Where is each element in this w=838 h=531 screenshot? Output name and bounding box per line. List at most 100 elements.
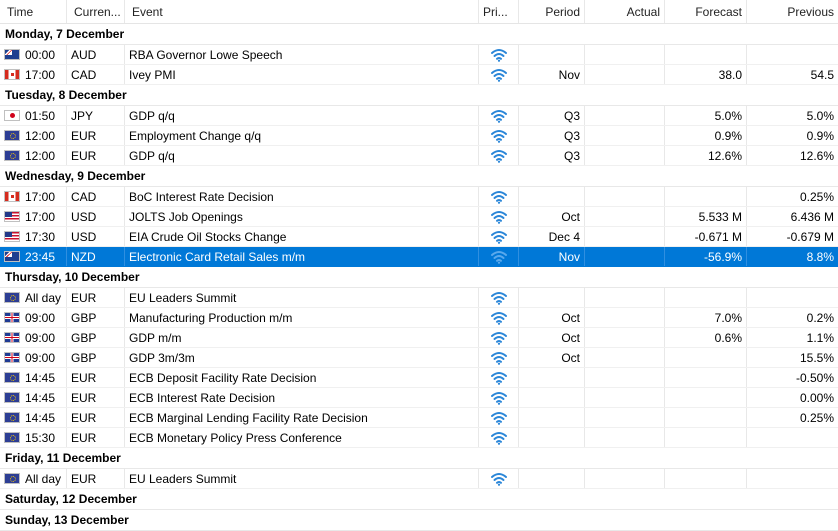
priority-cell	[479, 348, 519, 367]
country-flag-icon	[4, 150, 20, 161]
event-forecast: 38.0	[665, 65, 747, 84]
country-flag-icon	[4, 191, 20, 202]
priority-signal-icon	[490, 472, 507, 486]
event-row[interactable]: All day EUR EU Leaders Summit	[0, 469, 838, 489]
event-forecast: 0.9%	[665, 126, 747, 145]
event-name: BoC Interest Rate Decision	[125, 187, 479, 206]
event-currency: EUR	[67, 146, 125, 165]
country-flag-icon	[4, 352, 20, 363]
column-header-priority[interactable]: Pri...	[479, 0, 519, 23]
event-time-cell: 09:00	[0, 308, 67, 327]
event-time-cell: All day	[0, 288, 67, 307]
event-forecast	[665, 428, 747, 447]
event-actual	[585, 428, 665, 447]
event-currency: CAD	[67, 187, 125, 206]
day-header: Tuesday, 8 December	[0, 85, 838, 106]
event-currency: EUR	[67, 428, 125, 447]
event-forecast: -0.671 M	[665, 227, 747, 246]
event-forecast: 7.0%	[665, 308, 747, 327]
priority-cell	[479, 247, 519, 266]
event-period: Dec 4	[519, 227, 585, 246]
column-header-actual[interactable]: Actual	[585, 0, 665, 23]
economic-calendar: Time Curren... Event Pri... Period Actua…	[0, 0, 838, 531]
event-currency: GBP	[67, 328, 125, 347]
event-time: 01:50	[25, 108, 56, 123]
event-row[interactable]: 17:00 USD JOLTS Job Openings Oct 5.533 M 6.43…	[0, 207, 838, 227]
event-row[interactable]: 09:00 GBP GDP m/m Oct 0.6% 1.1%	[0, 328, 838, 348]
event-previous: 12.6%	[799, 149, 834, 163]
event-actual	[585, 348, 665, 367]
event-forecast: 5.533 M	[665, 207, 747, 226]
event-time-cell: 14:45	[0, 388, 67, 407]
event-row[interactable]: 00:00 AUD RBA Governor Lowe Speech	[0, 45, 838, 65]
priority-signal-icon	[490, 391, 507, 405]
event-actual	[585, 288, 665, 307]
event-row[interactable]: 17:00 CAD Ivey PMI Nov 38.0 54.5	[0, 65, 838, 85]
priority-signal-icon	[490, 331, 507, 345]
priority-cell	[479, 328, 519, 347]
event-forecast	[665, 388, 747, 407]
column-header-previous[interactable]: Previous	[747, 0, 838, 23]
event-previous: 15.5%	[799, 351, 834, 365]
event-name: ECB Monetary Policy Press Conference	[125, 428, 479, 447]
event-name: ECB Interest Rate Decision	[125, 388, 479, 407]
event-period	[519, 288, 585, 307]
event-name: GDP q/q	[125, 106, 479, 125]
column-header-period[interactable]: Period	[519, 0, 585, 23]
event-actual	[585, 368, 665, 387]
event-currency: EUR	[67, 126, 125, 145]
event-currency: USD	[67, 227, 125, 246]
priority-signal-icon	[490, 48, 507, 62]
event-actual	[585, 328, 665, 347]
event-currency: CAD	[67, 65, 125, 84]
column-header-forecast[interactable]: Forecast	[665, 0, 747, 23]
event-period: Nov	[519, 65, 585, 84]
country-flag-icon	[4, 69, 20, 80]
event-row[interactable]: 23:45 NZD Electronic Card Retail Sales m/m…	[0, 247, 838, 267]
event-actual	[585, 227, 665, 246]
event-currency: JPY	[67, 106, 125, 125]
event-forecast: 0.6%	[665, 328, 747, 347]
event-row[interactable]: 12:00 EUR Employment Change q/q Q3 0.9% 0.9%	[0, 126, 838, 146]
event-previous: 1.1%	[806, 331, 834, 345]
event-row[interactable]: 14:45 EUR ECB Marginal Lending Facility Ra…	[0, 408, 838, 428]
event-row[interactable]: 01:50 JPY GDP q/q Q3 5.0% 5.0%	[0, 106, 838, 126]
event-actual	[585, 469, 665, 488]
country-flag-icon	[4, 292, 20, 303]
event-name: EU Leaders Summit	[125, 469, 479, 488]
priority-signal-icon	[490, 431, 507, 445]
event-name: Ivey PMI	[125, 65, 479, 84]
event-row[interactable]: 14:45 EUR ECB Deposit Facility Rate Decisi…	[0, 368, 838, 388]
priority-signal-icon	[490, 351, 507, 365]
priority-signal-icon	[490, 149, 507, 163]
event-time-cell: 00:00	[0, 45, 67, 64]
column-header-time[interactable]: Time	[0, 0, 67, 23]
event-name: RBA Governor Lowe Speech	[125, 45, 479, 64]
event-row[interactable]: All day EUR EU Leaders Summit	[0, 288, 838, 308]
priority-signal-icon	[490, 190, 507, 204]
event-name: GDP m/m	[125, 328, 479, 347]
event-row[interactable]: 12:00 EUR GDP q/q Q3 12.6% 12.6%	[0, 146, 838, 166]
day-header: Wednesday, 9 December	[0, 166, 838, 187]
event-previous: 5.0%	[806, 109, 834, 123]
event-previous: 0.2%	[806, 311, 834, 325]
event-row[interactable]: 15:30 EUR ECB Monetary Policy Press Confer…	[0, 428, 838, 448]
event-period: Q3	[519, 146, 585, 165]
event-row[interactable]: 17:00 CAD BoC Interest Rate Decision 0.25%	[0, 187, 838, 207]
country-flag-icon	[4, 211, 20, 222]
event-row[interactable]: 09:00 GBP Manufacturing Production m/m Oct 7…	[0, 308, 838, 328]
priority-cell	[479, 408, 519, 427]
country-flag-icon	[4, 432, 20, 443]
event-row[interactable]: 09:00 GBP GDP 3m/3m Oct 15.5%	[0, 348, 838, 368]
event-forecast	[665, 408, 747, 427]
event-row[interactable]: 14:45 EUR ECB Interest Rate Decision 0.00%	[0, 388, 838, 408]
event-row[interactable]: 17:30 USD EIA Crude Oil Stocks Change Dec 4…	[0, 227, 838, 247]
event-time: 14:45	[25, 390, 56, 405]
event-time-cell: 15:30	[0, 428, 67, 447]
event-time-cell: 12:00	[0, 126, 67, 145]
event-period	[519, 469, 585, 488]
event-time-cell: 17:30	[0, 227, 67, 246]
column-header-currency[interactable]: Curren...	[67, 0, 125, 23]
column-header-event[interactable]: Event	[125, 0, 479, 23]
event-time: 09:00	[25, 350, 56, 365]
